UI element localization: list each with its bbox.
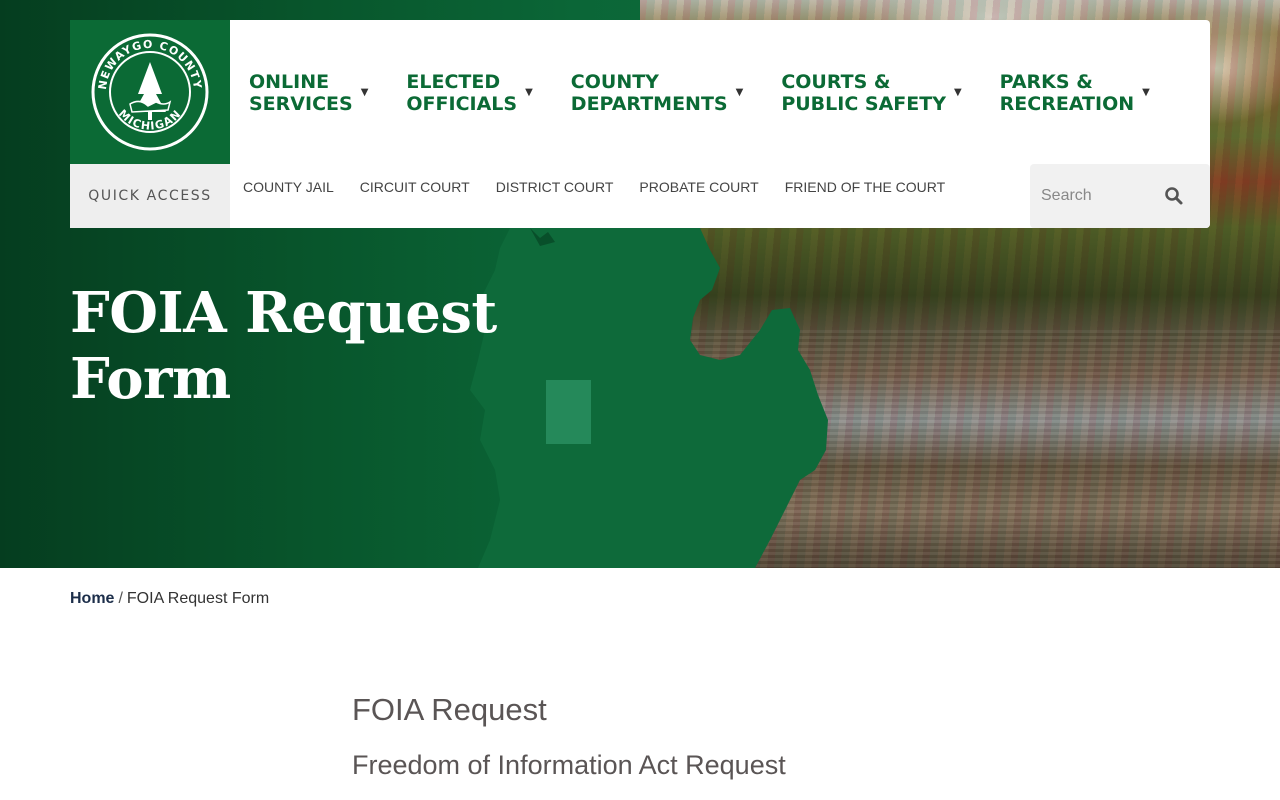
nav-label-line2: DEPARTMENTS (570, 93, 728, 115)
caret-down-icon: ▼ (953, 87, 962, 98)
quick-link-circuit-court[interactable]: CIRCUIT COURT (360, 179, 470, 195)
nav-label-line2: SERVICES (249, 93, 353, 115)
nav-label-line1: ELECTED (406, 71, 501, 93)
content-subheading: Freedom of Information Act Request (352, 750, 786, 780)
nav-label-line1: COUNTY (570, 71, 659, 93)
breadcrumb: Home / FOIA Request Form (70, 590, 269, 608)
quick-access-label: QUICK ACCESS (70, 164, 230, 228)
content-heading: FOIA Request (352, 692, 547, 727)
nav-online-services[interactable]: ONLINE SERVICES ▼ (249, 71, 368, 115)
nav-label-line1: PARKS & (999, 71, 1093, 93)
quick-access-links: COUNTY JAIL CIRCUIT COURT DISTRICT COURT… (243, 164, 971, 210)
nav-courts-public-safety[interactable]: COURTS & PUBLIC SAFETY ▼ (781, 71, 961, 115)
page-title-line2: Form (70, 346, 231, 412)
page-title: FOIA Request Form (70, 280, 510, 412)
caret-down-icon: ▼ (1142, 87, 1150, 98)
main-navigation: ONLINE SERVICES ▼ ELECTED OFFICIALS ▼ CO… (249, 68, 1150, 118)
nav-label-line2: RECREATION (999, 93, 1135, 115)
nav-elected-officials[interactable]: ELECTED OFFICIALS ▼ (406, 71, 532, 115)
caret-down-icon: ▼ (735, 87, 744, 98)
main-content: FOIA Request Freedom of Information Act … (352, 690, 1052, 782)
search-box (1030, 164, 1210, 228)
quick-link-friend-of-the-court[interactable]: FRIEND OF THE COURT (785, 179, 946, 195)
nav-label-line1: COURTS & (781, 71, 891, 93)
page-title-line1: FOIA Request (70, 280, 497, 346)
search-icon[interactable] (1164, 186, 1184, 206)
caret-down-icon: ▼ (525, 87, 533, 98)
quick-link-county-jail[interactable]: COUNTY JAIL (243, 179, 334, 195)
county-logo[interactable]: NEWAYGO COUNTY MICHIGAN (70, 20, 230, 164)
breadcrumb-home-link[interactable]: Home (70, 590, 114, 607)
nav-label-line2: PUBLIC SAFETY (781, 93, 946, 115)
quick-link-district-court[interactable]: DISTRICT COURT (496, 179, 614, 195)
search-input[interactable] (1041, 187, 1161, 205)
site-header: NEWAYGO COUNTY MICHIGAN ONLINE SERVICES … (70, 20, 1210, 228)
nav-label-line2: OFFICIALS (406, 93, 518, 115)
nav-county-departments[interactable]: COUNTY DEPARTMENTS ▼ (571, 71, 744, 115)
breadcrumb-separator: / (118, 590, 123, 607)
quick-link-probate-court[interactable]: PROBATE COURT (639, 179, 758, 195)
breadcrumb-current: FOIA Request Form (126, 590, 270, 607)
caret-down-icon: ▼ (360, 87, 369, 98)
nav-parks-recreation[interactable]: PARKS & RECREATION ▼ (1000, 71, 1150, 115)
county-seal-icon: NEWAYGO COUNTY MICHIGAN (91, 33, 209, 151)
nav-label-line1: ONLINE (249, 71, 330, 93)
